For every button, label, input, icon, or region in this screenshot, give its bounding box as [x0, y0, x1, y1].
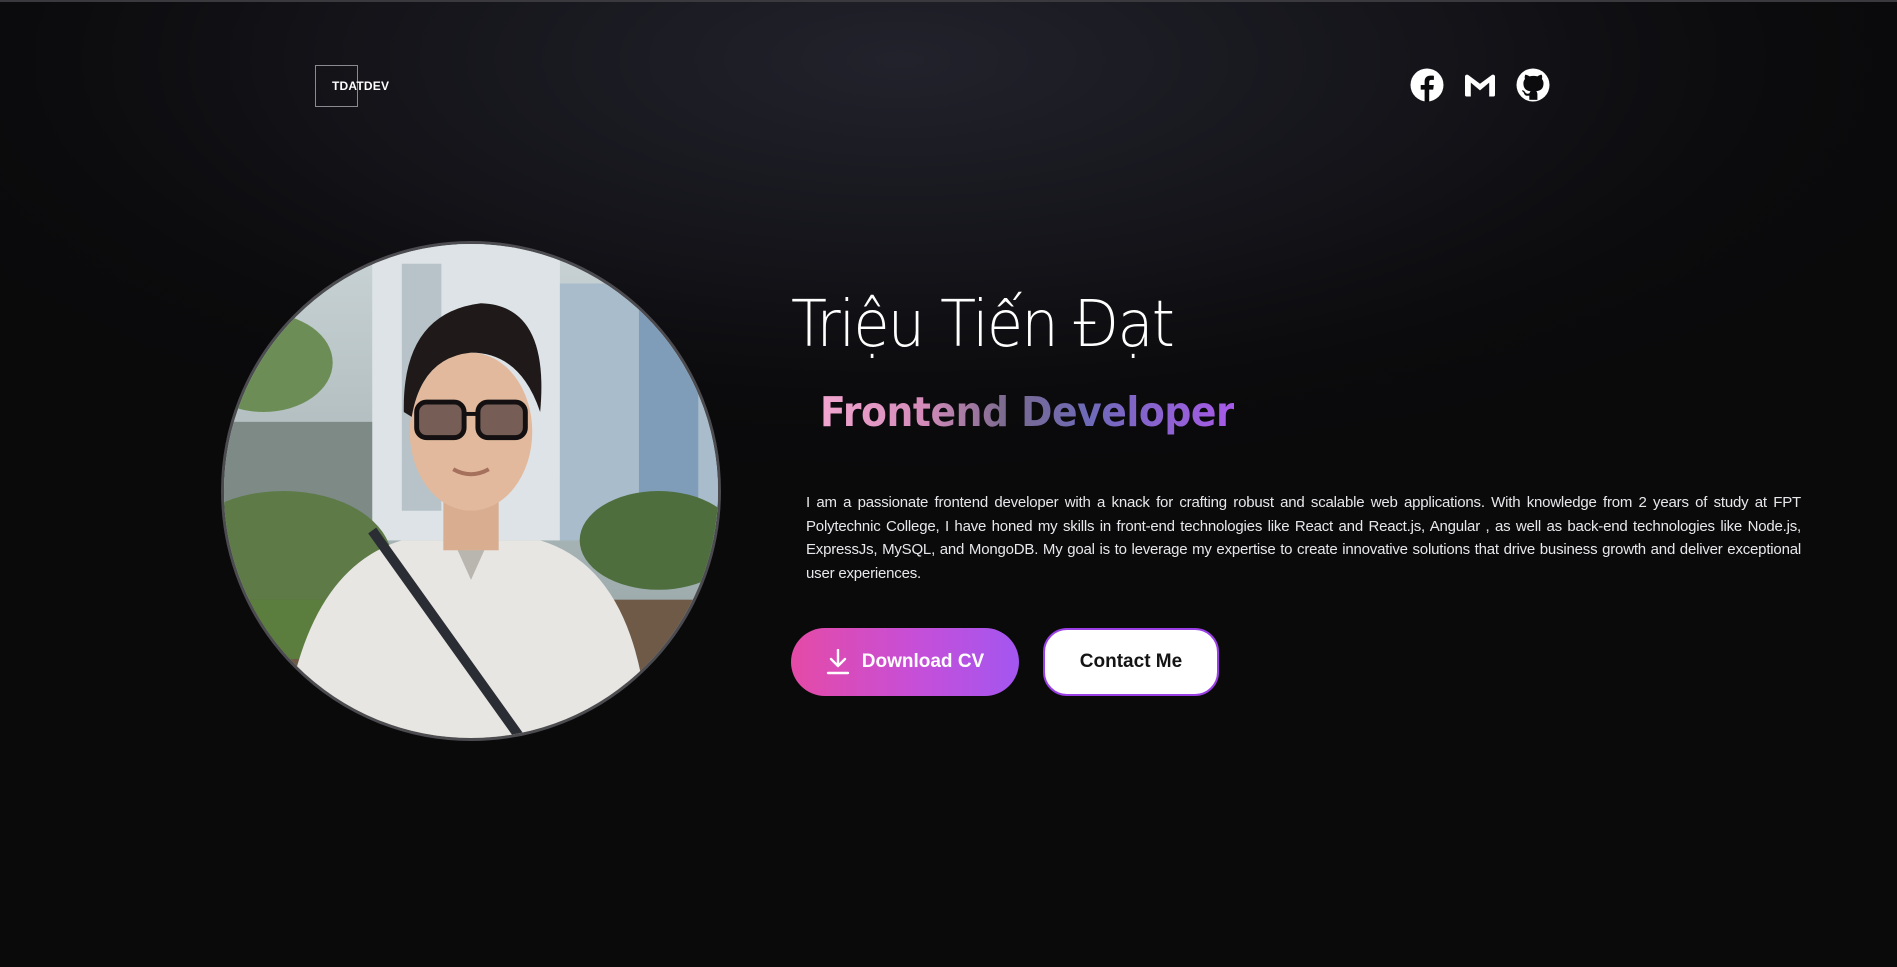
logo[interactable]: TDATDEV: [315, 65, 389, 107]
logo-text: TDATDEV: [332, 79, 390, 93]
gmail-icon: [1465, 74, 1495, 97]
social-links: [1410, 68, 1550, 102]
hero-bio: I am a passionate frontend developer wit…: [806, 494, 1801, 582]
download-icon: [826, 649, 849, 675]
facebook-icon: [1410, 68, 1444, 102]
gmail-link[interactable]: [1463, 68, 1497, 102]
github-icon: [1516, 68, 1550, 102]
contact-me-button[interactable]: Contact Me: [1043, 628, 1219, 696]
hero-role: Frontend Developer: [820, 388, 1235, 436]
download-cv-label: Download CV: [861, 651, 985, 672]
profile-photo: [221, 241, 721, 741]
github-link[interactable]: [1516, 68, 1550, 102]
facebook-link[interactable]: [1410, 68, 1444, 102]
hero-name: Triệu Tiến Đạt: [791, 288, 1175, 362]
download-cv-button[interactable]: Download CV: [791, 628, 1019, 696]
